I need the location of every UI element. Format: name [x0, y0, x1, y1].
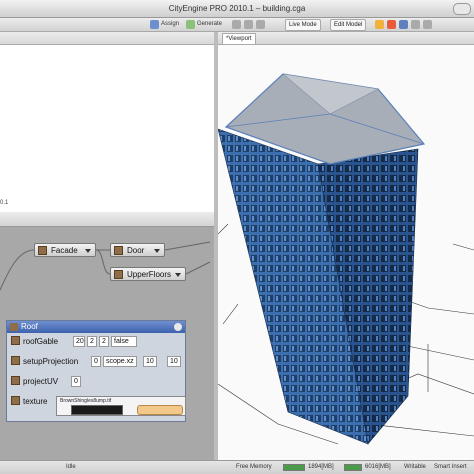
param-row-setupprojection: setupProjection 0 scope.xz 10 10 — [11, 355, 183, 369]
graph-node-upperfloors[interactable]: UpperFloors — [110, 267, 186, 281]
param-label: projectUV — [23, 377, 59, 386]
graph-edge — [185, 261, 211, 275]
close-icon[interactable] — [174, 323, 182, 331]
tab-viewport[interactable]: *Viewport — [222, 33, 256, 44]
tool-icon[interactable] — [411, 20, 420, 29]
graph-edge — [0, 249, 35, 291]
param-value-field[interactable]: false — [111, 336, 137, 347]
browse-button[interactable] — [137, 405, 183, 415]
generate-button[interactable]: Generate — [197, 20, 222, 29]
param-icon — [11, 336, 20, 345]
rule-editor-tabstrip — [0, 32, 214, 45]
inspector-header: Roof — [7, 321, 185, 333]
node-icon — [38, 246, 47, 255]
graph-node-door[interactable]: Door — [110, 243, 165, 257]
toolbar-toggle-button[interactable] — [453, 3, 471, 15]
node-label: Facade — [51, 246, 78, 255]
param-value-field[interactable]: 2 — [99, 336, 109, 347]
param-value-field[interactable]: 20 — [73, 336, 85, 347]
param-icon — [11, 376, 20, 385]
dropdown-arrow-icon[interactable] — [175, 273, 181, 277]
tool-icon[interactable] — [387, 20, 396, 29]
param-value-field[interactable]: 0 — [91, 356, 101, 367]
param-label: setupProjection — [23, 357, 79, 366]
memory-bar — [283, 464, 305, 471]
memory-value-2: 6016[MB] — [365, 464, 391, 470]
memory-value-1: 1894[MB] — [308, 464, 334, 470]
generate-icon[interactable] — [186, 20, 195, 29]
tool-icon[interactable] — [423, 20, 432, 29]
node-label: Door — [127, 246, 145, 255]
tool-icon[interactable] — [244, 20, 253, 29]
status-state: Idle — [66, 464, 76, 470]
texture-picker-popup[interactable]: BrownShingles8ump.tif — [56, 396, 186, 416]
dropdown-arrow-icon[interactable] — [154, 249, 160, 253]
color-swatch-button[interactable] — [71, 405, 123, 415]
insert-mode-status: Smart Insert — [434, 464, 467, 470]
rule-editor-pane[interactable]: 0.1 — [0, 32, 214, 212]
tool-icon[interactable] — [232, 20, 241, 29]
param-row-projectuv: projectUV 0 — [11, 375, 183, 389]
param-value-field[interactable]: 10 — [167, 356, 181, 367]
assign-button[interactable]: Assign — [161, 20, 179, 29]
node-icon — [114, 246, 123, 255]
graph-node-facade[interactable]: Facade — [34, 243, 96, 257]
param-value-field[interactable]: 0 — [71, 376, 81, 387]
param-icon — [11, 396, 20, 405]
tool-icon[interactable] — [256, 20, 265, 29]
param-label: roofGable — [23, 337, 59, 346]
graph-edge — [164, 241, 211, 251]
node-icon — [114, 270, 123, 279]
texture-path: BrownShingles8ump.tif — [60, 398, 112, 404]
dropdown-arrow-icon[interactable] — [85, 249, 91, 253]
memory-bar — [344, 464, 362, 471]
window-titlebar: CityEngine PRO 2010.1 – building.cga — [0, 0, 474, 18]
graph-edge — [95, 249, 111, 275]
node-label: UpperFloors — [127, 270, 172, 279]
free-memory-label: Free Memory — [236, 464, 272, 470]
assign-icon[interactable] — [150, 20, 159, 29]
param-value-field[interactable]: scope.xz — [103, 356, 137, 367]
tool-icon[interactable] — [375, 20, 384, 29]
param-label: texture — [23, 397, 48, 406]
param-value-field[interactable]: 2 — [87, 336, 97, 347]
rule-icon — [10, 323, 18, 331]
window-title: CityEngine PRO 2010.1 – building.cga — [168, 4, 306, 13]
edit-model-button[interactable]: Edit Model — [330, 19, 367, 31]
param-row-roofgable: roofGable 20 2 2 false — [11, 335, 183, 349]
param-value-field[interactable]: 10 — [143, 356, 157, 367]
param-icon — [11, 356, 20, 365]
main-toolbar: Assign Generate Live Mode Edit Model — [0, 18, 474, 32]
inspector-title: Roof — [21, 322, 38, 331]
building-model — [218, 73, 474, 445]
tool-icon[interactable] — [399, 20, 408, 29]
writable-status: Writable — [404, 464, 426, 470]
live-mode-button[interactable]: Live Mode — [285, 19, 321, 31]
viewport-pane[interactable]: *Viewport — [218, 32, 474, 460]
code-fragment: 0.1 — [0, 200, 9, 206]
status-bar: Idle Free Memory 1894[MB] 6016[MB] Writa… — [0, 460, 474, 474]
